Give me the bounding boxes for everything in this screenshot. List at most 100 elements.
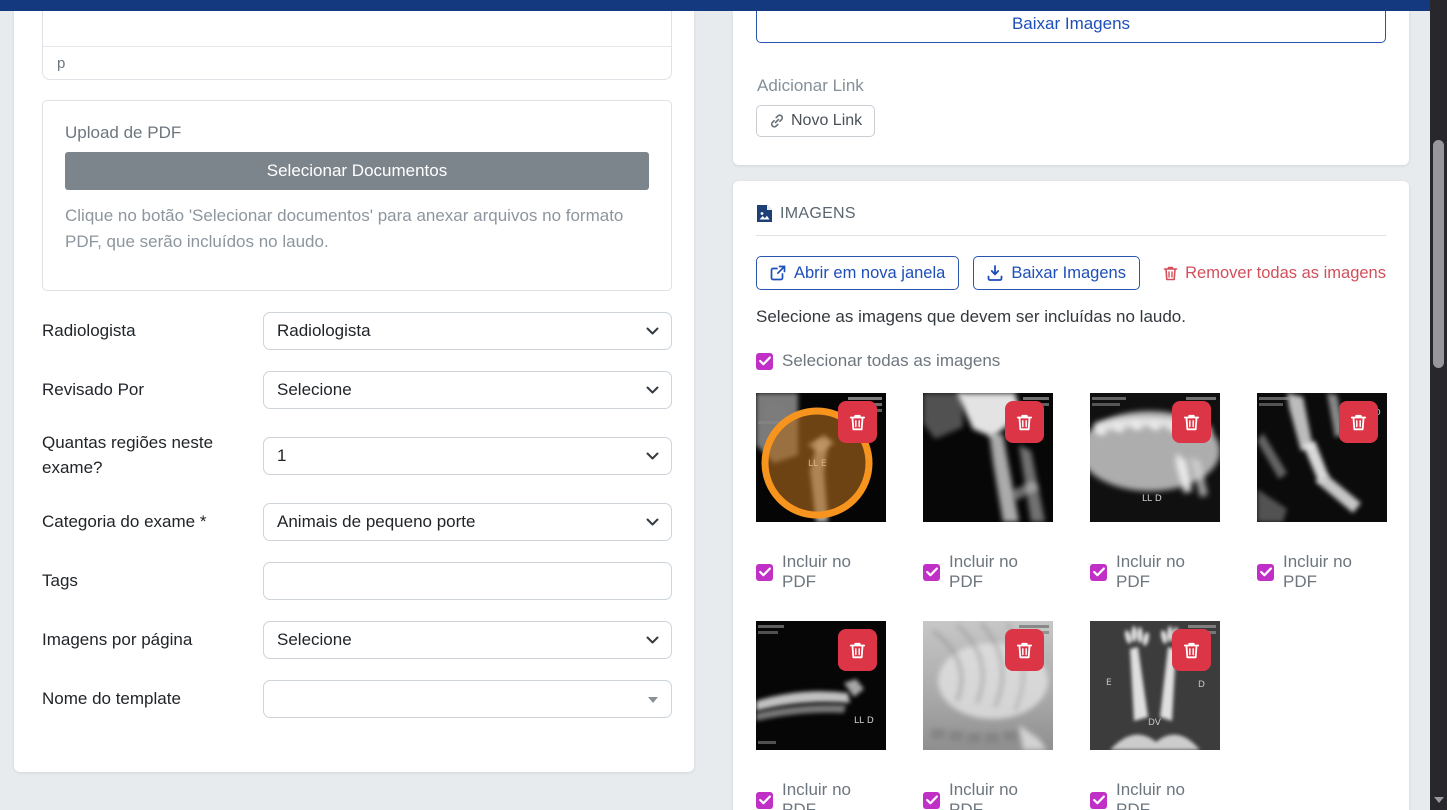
delete-image-button[interactable] [838, 629, 877, 671]
delete-image-button[interactable] [1339, 401, 1378, 443]
delete-image-button[interactable] [1172, 401, 1211, 443]
report-text-editor[interactable]: p [42, 11, 672, 80]
quantas-regioes-label: Quantas regiões neste exame? [42, 431, 263, 480]
delete-image-button[interactable] [1005, 629, 1044, 671]
include-pdf-label: Incluir no PDF [949, 552, 1053, 592]
svg-text:E: E [1106, 678, 1112, 688]
images-section-title: IMAGENS [780, 205, 856, 223]
categoria-label: Categoria do exame * [42, 510, 263, 535]
thumbnail-cell: E D DV Incluir no PDF [1090, 621, 1220, 810]
delete-image-button[interactable] [838, 401, 877, 443]
imagens-por-pagina-select[interactable]: Selecione [263, 621, 672, 659]
tags-input[interactable] [263, 562, 672, 600]
radiologista-label: Radiologista [42, 319, 263, 344]
form-field-quantas-regioes: Quantas regiões neste exame? 1 [42, 430, 672, 482]
trash-icon [1183, 413, 1200, 431]
link-icon [769, 113, 785, 129]
report-form-card: p Upload de PDF Selecionar Documentos Cl… [14, 11, 694, 772]
svg-text:D: D [1198, 680, 1205, 690]
xray-thumbnail-2[interactable] [923, 393, 1053, 522]
check-icon [926, 795, 938, 805]
select-all-label: Selecionar todas as imagens [782, 351, 1000, 371]
categoria-value: Animais de pequeno porte [277, 512, 475, 532]
check-icon [1093, 567, 1105, 577]
novo-link-button[interactable]: Novo Link [756, 105, 875, 137]
include-pdf-checkbox[interactable] [1090, 564, 1107, 581]
xray-thumbnail-3[interactable]: LL D [1090, 393, 1220, 522]
delete-image-button[interactable] [1005, 401, 1044, 443]
xray-thumbnail-4[interactable]: LL D [1257, 393, 1387, 522]
thumbnail-cell: LL D Incluir no PDF [1257, 393, 1387, 592]
revisado-por-value: Selecione [277, 380, 352, 400]
thumbnail-cell: LL E Incluir no PDF [756, 393, 886, 592]
download-images-button[interactable]: Baixar Imagens [973, 256, 1140, 290]
xray-thumbnail-7[interactable]: E D DV [1090, 621, 1220, 750]
adicionar-link-label: Adicionar Link [757, 76, 864, 96]
quantas-regioes-value: 1 [277, 446, 286, 466]
download-images-label: Baixar Imagens [1011, 264, 1126, 283]
trash-icon [1163, 265, 1178, 281]
select-documents-button[interactable]: Selecionar Documentos [65, 152, 649, 190]
check-icon [759, 356, 771, 366]
delete-image-button[interactable] [1172, 629, 1211, 671]
empty-grid-cell [1257, 621, 1387, 810]
select-all-checkbox[interactable] [756, 353, 773, 370]
include-pdf-row: Incluir no PDF [1257, 552, 1387, 592]
images-toolbar: Abrir em nova janela Baixar Imagens Remo… [756, 256, 1386, 290]
radiologista-select[interactable]: Radiologista [263, 312, 672, 350]
include-pdf-checkbox[interactable] [756, 792, 773, 809]
external-link-icon [770, 265, 786, 281]
pdf-upload-box: Upload de PDF Selecionar Documentos Cliq… [42, 100, 672, 291]
quantas-regioes-select[interactable]: 1 [263, 437, 672, 475]
trash-icon [1350, 413, 1367, 431]
nome-template-combobox[interactable] [263, 680, 672, 718]
categoria-select[interactable]: Animais de pequeno porte [263, 503, 672, 541]
check-icon [759, 567, 771, 577]
scrollbar-down-arrow-icon[interactable] [1434, 797, 1444, 803]
revisado-por-select[interactable]: Selecione [263, 371, 672, 409]
include-pdf-row: Incluir no PDF [923, 780, 1053, 810]
nome-template-label: Nome do template [42, 687, 263, 712]
thumbnail-cell: Incluir no PDF [923, 621, 1053, 810]
include-pdf-checkbox[interactable] [923, 792, 940, 809]
chevron-down-icon [646, 386, 659, 395]
thumbnail-cell: LL D Incluir no PDF [1090, 393, 1220, 592]
chevron-down-icon [646, 518, 659, 527]
include-pdf-checkbox[interactable] [756, 564, 773, 581]
form-field-categoria: Categoria do exame * Animais de pequeno … [42, 503, 672, 541]
include-pdf-label: Incluir no PDF [782, 780, 886, 810]
svg-text:LL D: LL D [854, 716, 874, 726]
include-pdf-checkbox[interactable] [1257, 564, 1274, 581]
open-new-window-button[interactable]: Abrir em nova janela [756, 256, 959, 290]
editor-content-area[interactable] [43, 11, 671, 47]
tags-label: Tags [42, 569, 263, 594]
include-pdf-label: Incluir no PDF [1283, 552, 1387, 592]
editor-tag-path: p [43, 47, 671, 79]
upload-help-text: Clique no botão 'Selecionar documentos' … [65, 203, 649, 254]
check-icon [1093, 795, 1105, 805]
thumbnail-cell: LL D Incluir no PDF [756, 621, 886, 810]
browser-scrollbar[interactable] [1430, 0, 1447, 810]
include-pdf-label: Incluir no PDF [1116, 552, 1220, 592]
image-file-icon [756, 204, 773, 223]
upload-pdf-label: Upload de PDF [65, 123, 649, 143]
xray-thumbnail-1[interactable]: LL E [756, 393, 886, 522]
trash-icon [849, 641, 866, 659]
form-field-revisado-por: Revisado Por Selecione [42, 371, 672, 409]
include-pdf-checkbox[interactable] [1090, 792, 1107, 809]
check-icon [926, 567, 938, 577]
revisado-por-label: Revisado Por [42, 378, 263, 403]
xray-thumbnail-6[interactable] [923, 621, 1053, 750]
scrollbar-thumb[interactable] [1433, 140, 1444, 368]
form-field-radiologista: Radiologista Radiologista [42, 312, 672, 350]
trash-icon [1183, 641, 1200, 659]
form-field-imagens-por-pagina: Imagens por página Selecione [42, 621, 672, 659]
include-pdf-checkbox[interactable] [923, 564, 940, 581]
form-field-tags: Tags [42, 562, 672, 600]
remove-all-images-link[interactable]: Remover todas as imagens [1163, 264, 1386, 283]
form-field-nome-template: Nome do template [42, 680, 672, 718]
trash-icon [1016, 413, 1033, 431]
imagens-por-pagina-value: Selecione [277, 630, 352, 650]
xray-thumbnail-5[interactable]: LL D [756, 621, 886, 750]
include-pdf-row: Incluir no PDF [756, 780, 886, 810]
